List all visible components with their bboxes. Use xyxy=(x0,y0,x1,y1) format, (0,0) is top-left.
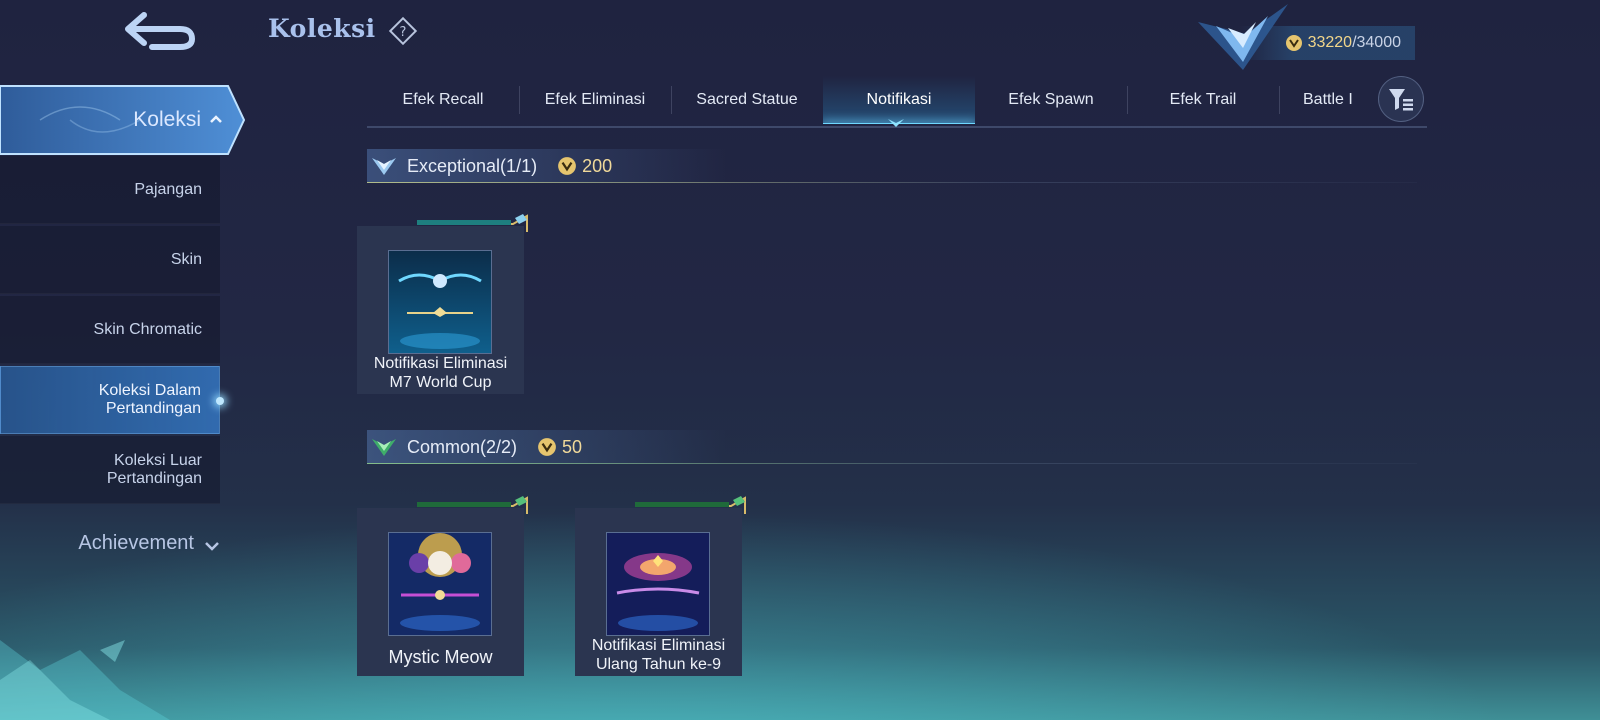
item-art-ulang-tahun xyxy=(607,533,709,635)
item-thumbnail xyxy=(388,532,492,636)
sidebar-main-koleksi[interactable]: Koleksi xyxy=(0,84,245,156)
item-thumbnail xyxy=(606,532,710,636)
crystal-decoration xyxy=(0,640,170,720)
card-frame-ornament xyxy=(417,214,528,232)
back-button[interactable] xyxy=(115,8,205,54)
tab-battle[interactable]: Battle I xyxy=(1279,76,1369,124)
sidebar-item-label: Skin Chromatic xyxy=(93,320,202,338)
tab-label: Efek Trail xyxy=(1169,91,1237,108)
chevron-up-icon xyxy=(210,115,222,123)
sidebar-item-skin[interactable]: Skin xyxy=(0,226,220,294)
item-name: Notifikasi Eliminasi M7 World Cup xyxy=(357,354,524,392)
chevron-down-icon xyxy=(205,542,219,551)
section-points-value: 200 xyxy=(582,155,613,176)
tab-sacred-statue[interactable]: Sacred Statue xyxy=(671,76,823,124)
item-name-line1: Notifikasi Eliminasi xyxy=(591,637,726,654)
sidebar-item-label-line2: Pertandingan xyxy=(105,400,201,417)
item-name: Mystic Meow xyxy=(357,648,524,667)
card-frame-ornament xyxy=(417,496,528,514)
tab-label: Notifikasi xyxy=(866,91,932,108)
sidebar-item-label-line2: Pertandingan xyxy=(106,469,202,487)
collection-card[interactable]: Notifikasi Eliminasi M7 World Cup xyxy=(357,214,528,394)
sidebar-item-label: Skin xyxy=(170,250,202,268)
collection-card[interactable]: Mystic Meow xyxy=(357,496,528,676)
sidebar-main-label: Koleksi xyxy=(133,108,201,131)
svg-text:?: ? xyxy=(400,25,407,40)
section-exceptional-header: Exceptional(1/1) 200 xyxy=(367,149,1417,183)
currency-current: 33220 xyxy=(1307,34,1353,51)
item-name-line1: Notifikasi Eliminasi xyxy=(373,355,508,372)
sidebar-item-skin-chromatic[interactable]: Skin Chromatic xyxy=(0,296,220,364)
section-points: 50 xyxy=(537,437,582,458)
item-name-line1: Mystic Meow xyxy=(388,647,493,667)
back-arrow-icon xyxy=(125,12,196,50)
star-coin-icon xyxy=(538,438,556,456)
tab-label: Sacred Statue xyxy=(696,91,798,108)
sidebar-achievement-label: Achievement xyxy=(78,532,194,554)
item-art-mystic-meow xyxy=(389,533,491,635)
tab-label: Battle I xyxy=(1303,91,1353,108)
star-coin-icon xyxy=(558,157,576,175)
tab-efek-spawn[interactable]: Efek Spawn xyxy=(975,76,1127,124)
section-title: Exceptional(1/1) xyxy=(407,155,538,176)
help-icon[interactable]: ? xyxy=(388,16,418,46)
sidebar-item-koleksi-dalam[interactable]: Koleksi Dalam Pertandingan xyxy=(0,366,224,434)
item-name-line2: Ulang Tahun ke-9 xyxy=(595,656,722,673)
active-tab-marker-icon xyxy=(888,119,904,127)
sidebar-item-koleksi-luar[interactable]: Koleksi Luar Pertandingan xyxy=(0,436,220,504)
currency-max: /34000 xyxy=(1352,34,1401,51)
sidebar-achievement[interactable]: Achievement xyxy=(0,532,220,555)
sidebar-item-label: Koleksi Dalam xyxy=(98,382,201,399)
item-thumbnail xyxy=(388,250,492,354)
item-name-line2: M7 World Cup xyxy=(389,374,492,391)
section-divider xyxy=(367,463,1417,464)
section-points-value: 50 xyxy=(562,436,583,457)
rank-emblem-icon xyxy=(1198,4,1288,70)
filter-button[interactable] xyxy=(1378,76,1424,122)
common-rank-icon xyxy=(372,439,396,456)
tab-label: Efek Recall xyxy=(402,91,484,108)
section-divider xyxy=(367,182,1417,183)
tab-label: Efek Spawn xyxy=(1008,91,1094,108)
section-points: 200 xyxy=(557,156,612,177)
page-title: Koleksi xyxy=(268,14,376,43)
tab-efek-recall[interactable]: Efek Recall xyxy=(367,76,519,124)
background-glow xyxy=(0,490,1600,720)
item-name: Notifikasi Eliminasi Ulang Tahun ke-9 xyxy=(575,636,742,674)
tab-efek-trail[interactable]: Efek Trail xyxy=(1127,76,1279,124)
section-common-header: Common(2/2) 50 xyxy=(367,430,1417,464)
sidebar-item-label: Pajangan xyxy=(134,180,202,198)
card-frame-ornament xyxy=(635,496,746,514)
collection-card[interactable]: Notifikasi Eliminasi Ulang Tahun ke-9 xyxy=(575,496,746,676)
item-art-m7 xyxy=(389,251,491,353)
filter-icon xyxy=(1389,89,1413,111)
exceptional-rank-icon xyxy=(372,158,396,175)
section-title: Common(2/2) xyxy=(407,436,518,457)
tab-efek-eliminasi[interactable]: Efek Eliminasi xyxy=(519,76,671,124)
active-indicator-dot xyxy=(216,397,224,405)
sidebar-item-label: Koleksi Luar xyxy=(113,451,202,469)
tab-label: Efek Eliminasi xyxy=(544,91,646,108)
sidebar-item-pajangan[interactable]: Pajangan xyxy=(0,156,220,224)
